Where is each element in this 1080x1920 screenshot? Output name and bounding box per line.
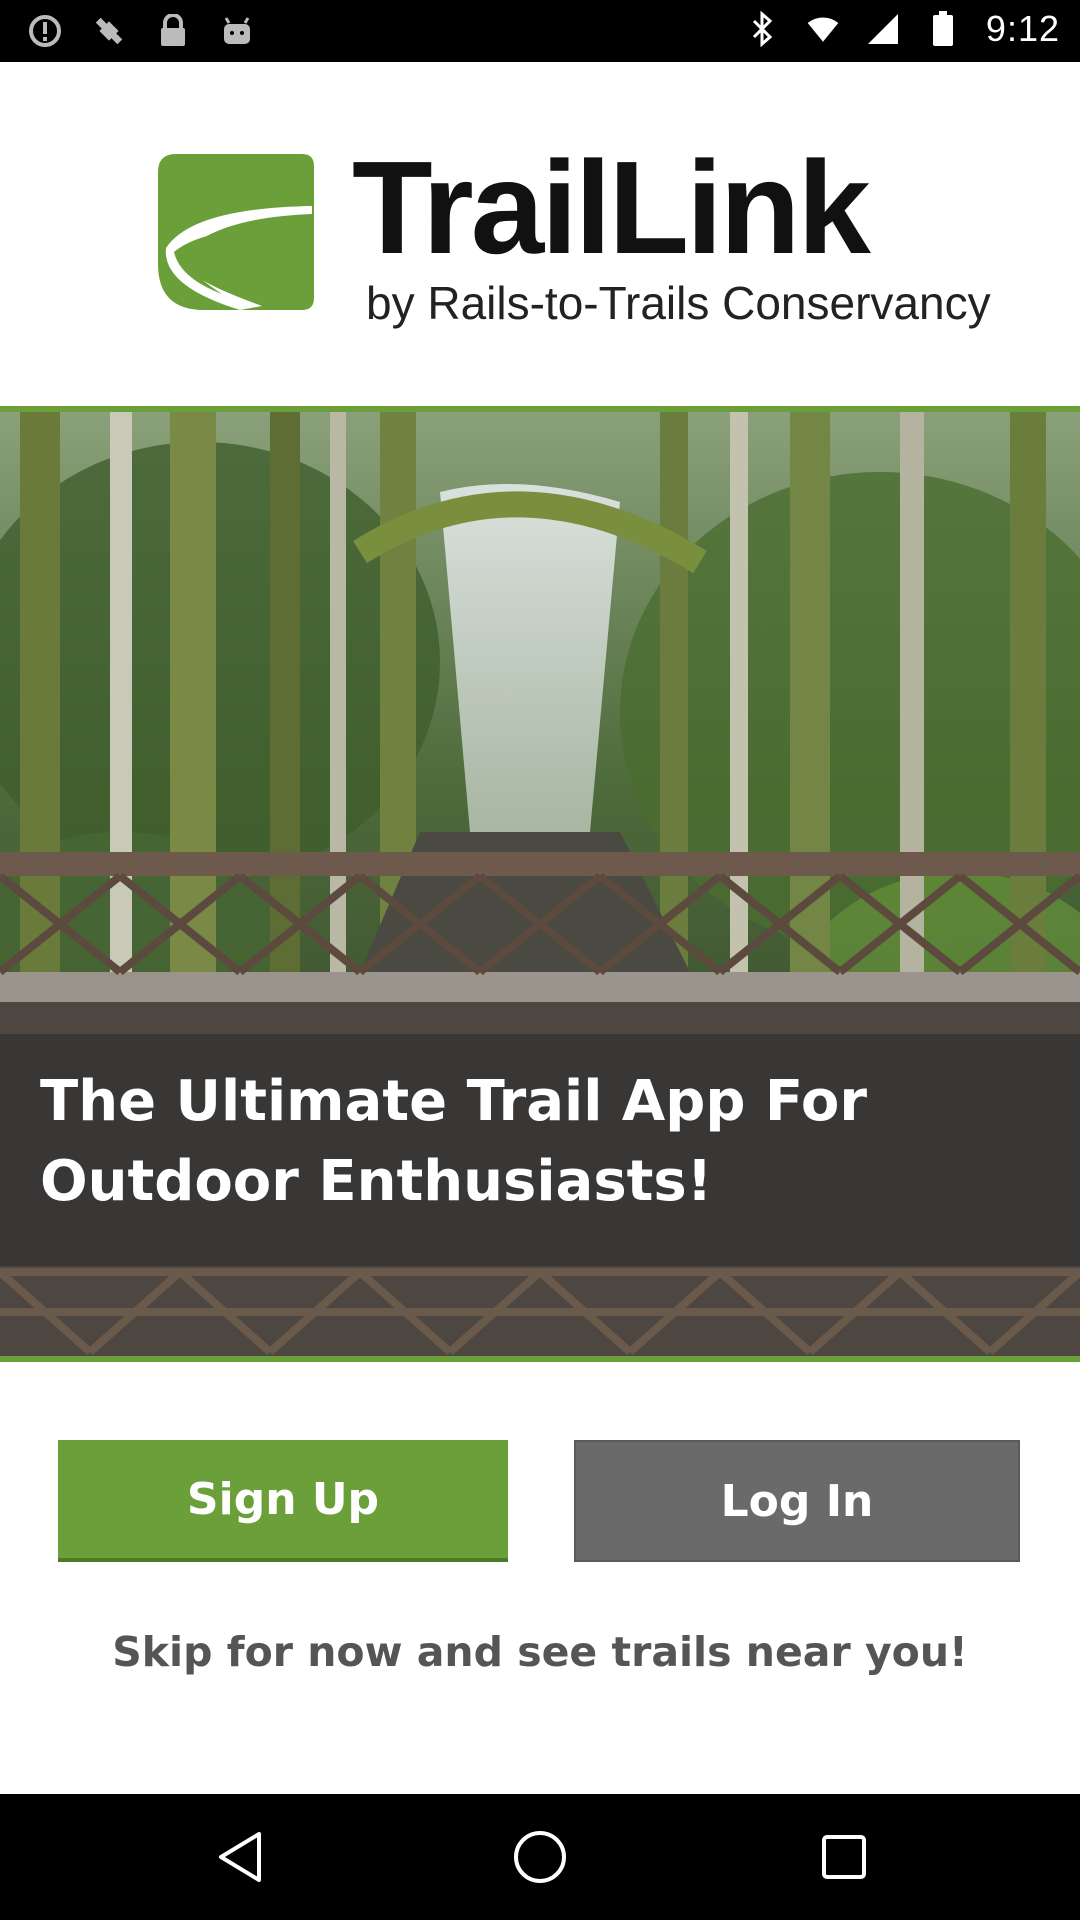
status-bar-right-icons: 9:12 [746, 8, 1060, 50]
fake-gps-icon [92, 14, 126, 48]
log-in-button[interactable]: Log In [574, 1440, 1020, 1562]
sign-up-button[interactable]: Sign Up [58, 1440, 508, 1562]
navigation-bar [0, 1794, 1080, 1920]
trail-road-icon [158, 154, 314, 310]
signal-icon [866, 12, 900, 46]
status-bar: 9:12 [0, 0, 1080, 62]
battery-icon [926, 11, 960, 46]
bluetooth-icon [746, 11, 780, 47]
wifi-icon [806, 12, 840, 46]
lock-icon [156, 14, 190, 48]
status-time: 9:12 [985, 8, 1060, 49]
hero-headline: The Ultimate Trail App For Outdoor Enthu… [40, 1069, 867, 1214]
recents-icon[interactable] [814, 1827, 874, 1887]
hero-image: The Ultimate Trail App For Outdoor Enthu… [0, 406, 1080, 1362]
status-bar-left-icons [28, 14, 254, 48]
alert-icon [28, 14, 62, 48]
back-icon[interactable] [210, 1827, 270, 1887]
header: TrailLink by Rails-to-Trails Conservancy [0, 62, 1080, 407]
brand-title: TrailLink [352, 134, 871, 281]
brand-subtitle: by Rails-to-Trails Conservancy [366, 277, 991, 329]
android-icon [220, 14, 254, 48]
home-icon[interactable] [510, 1827, 570, 1887]
skip-link[interactable]: Skip for now and see trails near you! [0, 1628, 1080, 1676]
